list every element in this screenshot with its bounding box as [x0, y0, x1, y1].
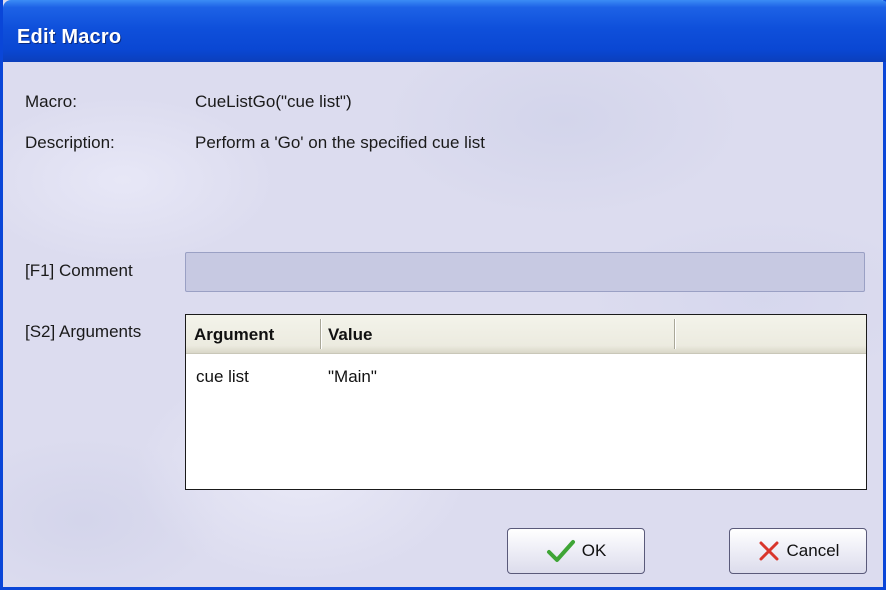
edit-macro-dialog: Edit Macro Macro: CueListGo("cue list") … [0, 0, 886, 590]
comment-field[interactable] [185, 252, 865, 292]
cancel-button-label: Cancel [786, 541, 840, 560]
ok-button[interactable]: OK [507, 528, 645, 574]
macro-value: CueListGo("cue list") [195, 92, 352, 111]
column-divider[interactable] [674, 319, 676, 349]
ok-button-label: OK [581, 541, 607, 560]
table-header: Argument Value [186, 315, 866, 354]
window-title: Edit Macro [17, 26, 122, 48]
argument-cell[interactable]: cue list [196, 367, 249, 387]
comment-label: [F1] Comment [25, 261, 133, 280]
arguments-table[interactable]: Argument Value cue list "Main" [185, 314, 867, 490]
arguments-label: [S2] Arguments [25, 322, 142, 341]
description-label: Description: [25, 133, 115, 152]
description-value: Perform a 'Go' on the specified cue list [195, 133, 485, 152]
x-mark-icon [757, 539, 781, 563]
column-header-value[interactable]: Value [328, 325, 372, 345]
value-cell[interactable]: "Main" [328, 367, 377, 387]
column-divider[interactable] [320, 319, 322, 349]
macro-label: Macro: [25, 92, 77, 111]
cancel-button[interactable]: Cancel [729, 528, 867, 574]
column-header-argument[interactable]: Argument [194, 325, 274, 345]
title-bar[interactable]: Edit Macro [3, 0, 886, 62]
checkmark-icon [546, 539, 576, 563]
